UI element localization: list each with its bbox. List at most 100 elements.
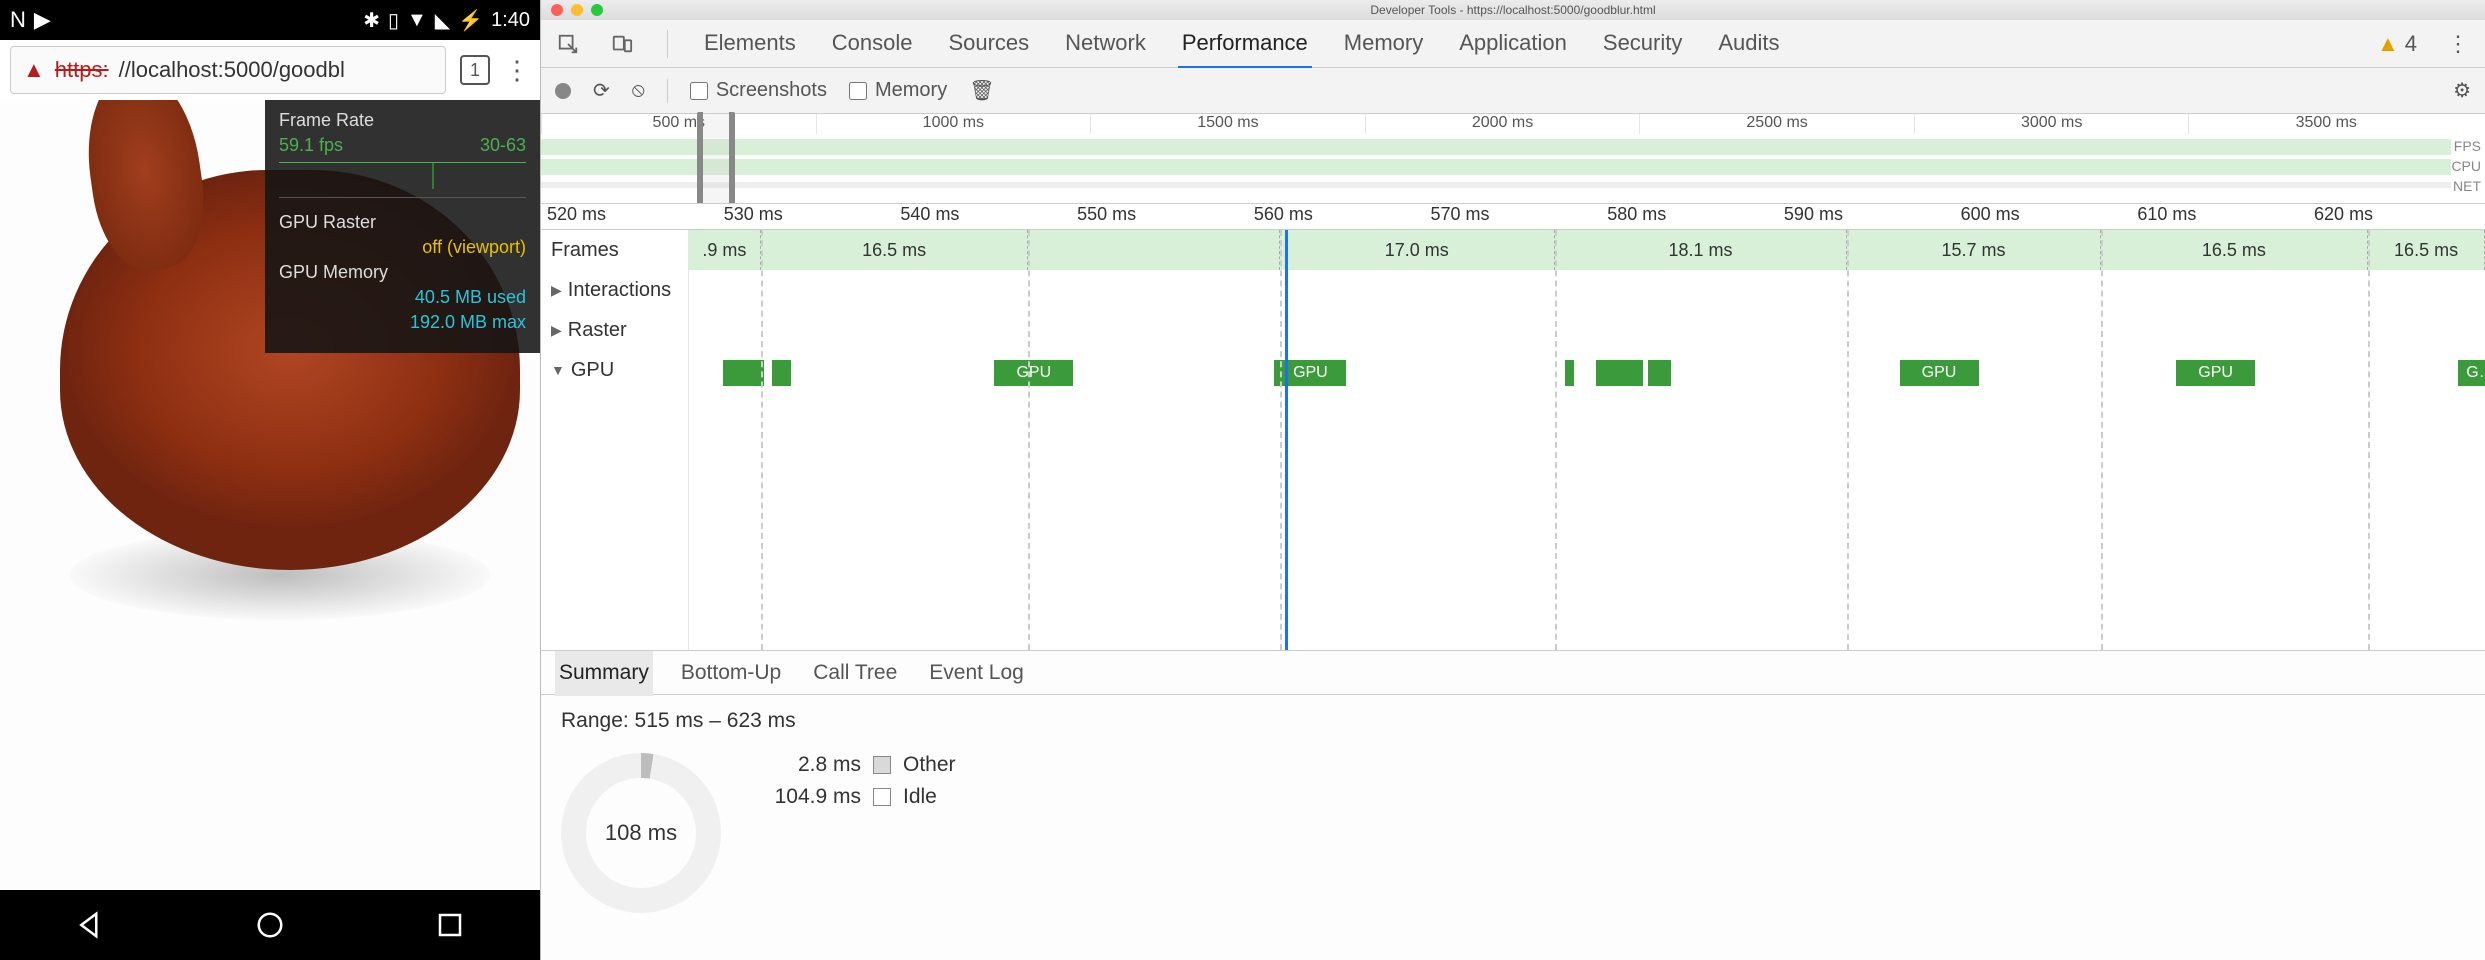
hud-gpumem-label: GPU Memory [279,262,388,283]
back-icon[interactable] [75,910,105,940]
android-navbar [0,890,540,960]
clock: 1:40 [491,9,530,32]
url-box[interactable]: ▲ https://localhost:5000/goodbl [10,46,446,94]
frame-block[interactable]: .9 ms [689,230,761,270]
browser-toolbar: ▲ https://localhost:5000/goodbl 1 ⋮ [0,40,540,100]
record-button[interactable] [555,83,571,99]
settings-gear-icon[interactable]: ⚙ [2453,78,2471,103]
traffic-lights[interactable] [551,4,603,16]
recents-icon[interactable] [435,910,465,940]
clear-button[interactable]: ⦸ [632,79,645,102]
track-raster[interactable]: ▶Raster [541,310,688,350]
hud-fps-range: 30-63 [480,135,526,156]
legend-label: Idle [903,785,937,809]
frame-block[interactable]: 16.5 ms [761,230,1029,270]
overview-lane-label: NET [2451,176,2481,196]
overview-tick: 2000 ms [1365,114,1640,134]
legend-value: 104.9 ms [761,785,861,809]
minimize-icon[interactable] [571,4,583,16]
gpu-row[interactable]: GPUGPUGPUGPUG… [689,350,2485,394]
frame-block[interactable]: 15.7 ms [1847,230,2100,270]
separator [667,79,668,103]
frames-row[interactable]: .9 ms16.5 ms17.0 ms18.1 ms15.7 ms16.5 ms… [689,230,2485,270]
trash-button[interactable]: 🗑 [969,78,994,103]
chevron-right-icon: ▶ [551,322,562,339]
close-icon[interactable] [551,4,563,16]
frame-gridline [1847,230,1849,650]
track-gpu[interactable]: ▼GPU [541,350,688,390]
legend-value: 2.8 ms [761,753,861,777]
ruler-tick: 560 ms [1248,204,1425,229]
tab-network[interactable]: Network [1061,30,1150,57]
tab-application[interactable]: Application [1455,30,1571,57]
frame-gridline [2101,230,2103,650]
perf-toolbar: ⟳ ⦸ Screenshots Memory 🗑 ⚙ [541,68,2485,114]
hud-title: Frame Rate [279,110,526,131]
overview-tick: 2500 ms [1639,114,1914,134]
hud-gpuraster-value: off (viewport) [422,237,526,258]
frame-block[interactable] [1028,230,1279,270]
tab-console[interactable]: Console [828,30,917,57]
frame-gridline [761,230,763,650]
tab-sources[interactable]: Sources [944,30,1033,57]
playhead[interactable] [1285,230,1288,650]
home-icon[interactable] [255,910,285,940]
reload-button[interactable]: ⟳ [593,78,610,103]
device-toggle-icon[interactable] [609,31,635,57]
screenshots-input[interactable] [690,82,708,100]
tab-elements[interactable]: Elements [700,30,800,57]
page-viewport[interactable]: Frame Rate 59.1 fps 30-63 GPU Raster off… [0,100,540,890]
gpu-block[interactable] [772,360,792,386]
ruler-tick: 610 ms [2131,204,2308,229]
vibrate-icon: ▯ [388,8,399,33]
bluetooth-icon: ✱ [363,8,380,33]
tab-audits[interactable]: Audits [1714,30,1783,57]
frame-block[interactable]: 16.5 ms [2368,230,2485,270]
details-tab-bottom-up[interactable]: Bottom-Up [677,651,785,695]
memory-checkbox[interactable]: Memory [849,79,947,102]
gpu-block[interactable]: GPU [1900,360,1979,386]
flame-chart[interactable]: 520 ms530 ms540 ms550 ms560 ms570 ms580 … [541,204,2485,650]
legend-row: 104.9 ms Idle [761,785,956,809]
chrome-menu-icon[interactable]: ⋮ [504,55,530,86]
gpu-block[interactable]: GPU [994,360,1073,386]
details-tab-call-tree[interactable]: Call Tree [809,651,901,695]
details-tab-event-log[interactable]: Event Log [925,651,1028,695]
details-tab-summary[interactable]: Summary [555,651,653,696]
screenshots-checkbox[interactable]: Screenshots [690,79,827,102]
frame-block[interactable]: 16.5 ms [2101,230,2369,270]
devtools-tabs: Elements Console Sources Network Performance… [541,20,2485,68]
gpu-block[interactable] [1565,360,1574,386]
ruler-tick: 520 ms [541,204,718,229]
tab-switcher[interactable]: 1 [460,55,490,85]
chevron-right-icon: ▶ [551,282,562,299]
gpu-block[interactable] [1648,360,1671,386]
android-device: N ▶ ✱ ▯ ▼ ◣ ⚡ 1:40 ▲ https://localhost:5… [0,0,540,960]
track-frames[interactable]: Frames [541,230,688,270]
frame-block[interactable]: 18.1 ms [1555,230,1848,270]
warnings-badge[interactable]: ▲ 4 [2377,31,2417,57]
tab-memory[interactable]: Memory [1340,30,1427,57]
memory-input[interactable] [849,82,867,100]
gpu-block[interactable] [1596,360,1643,386]
perf-overview[interactable]: 500 ms1000 ms1500 ms2000 ms2500 ms3000 m… [541,114,2485,204]
gpu-block[interactable]: GPU [2176,360,2255,386]
zoom-icon[interactable] [591,4,603,16]
tab-security[interactable]: Security [1599,30,1686,57]
android-n-icon: N [10,7,26,33]
tab-performance[interactable]: Performance [1178,30,1312,69]
overview-net-lane [541,182,2451,188]
frame-block[interactable]: 17.0 ms [1280,230,1555,270]
overview-fps-lane [541,139,2451,155]
hud-gpumem-max: 192.0 MB max [410,312,526,333]
overview-tick: 500 ms [541,114,816,134]
devtools-menu-icon[interactable]: ⋮ [2445,31,2471,57]
inspect-icon[interactable] [555,31,581,57]
gpu-block[interactable] [723,360,764,386]
devtools-window: Developer Tools - https://localhost:5000… [540,0,2485,960]
overview-selection[interactable] [697,114,735,203]
gpu-block[interactable]: G… [2458,360,2485,386]
details-tabs: Summary Bottom-Up Call Tree Event Log [541,651,2485,695]
window-title: Developer Tools - https://localhost:5000… [1370,3,1655,17]
track-interactions[interactable]: ▶Interactions [541,270,688,310]
